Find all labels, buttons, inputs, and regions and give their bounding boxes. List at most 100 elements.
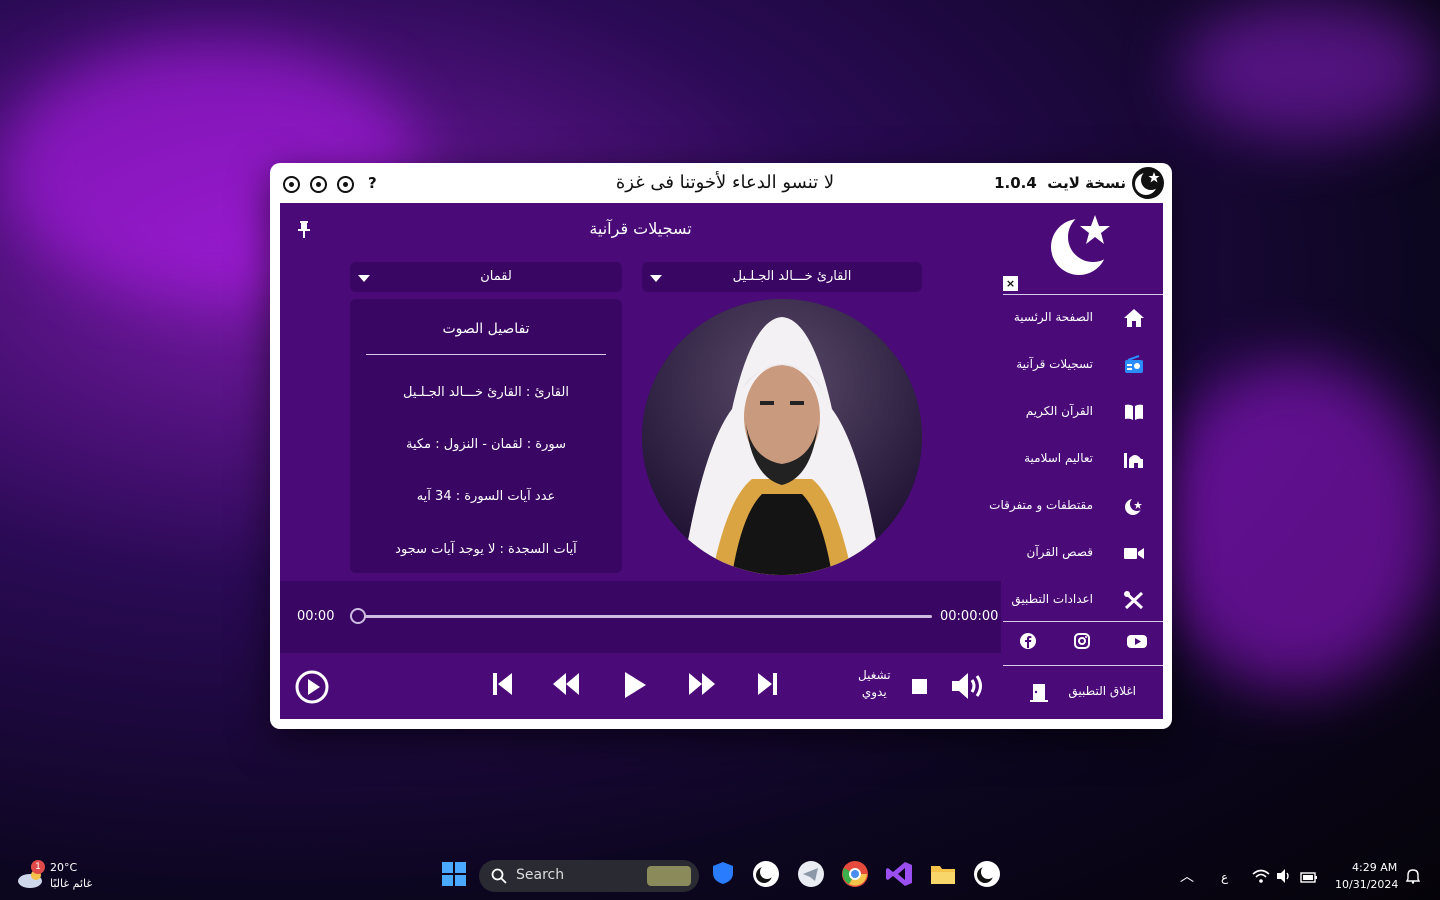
sidebar-item-label: القرآن الكريم — [1025, 404, 1093, 418]
weather-temp: 20°C — [50, 861, 78, 874]
reciter-dropdown[interactable]: القارئ خـــالد الجـلـيل — [642, 262, 922, 292]
version-number: 1.0.4 — [994, 174, 1037, 192]
sidebar-divider — [1003, 621, 1163, 622]
facebook-icon[interactable] — [1019, 632, 1037, 654]
current-time: 00:00 — [297, 609, 335, 624]
surah-dropdown-value: لقمان — [480, 269, 512, 284]
autoplay-button[interactable] — [294, 669, 330, 709]
fast-forward-button[interactable] — [688, 671, 716, 701]
details-ayat-count: عدد آيات السورة : 34 آيه — [416, 489, 556, 504]
clock-date[interactable]: 10/31/2024 — [1335, 878, 1398, 891]
sidebar-item-label: اعدادات التطبيق — [1011, 592, 1093, 606]
close-button[interactable] — [337, 176, 354, 193]
sidebar-item-label: تسجيلات قرآنية — [1016, 357, 1093, 371]
page-title: تسجيلات قرآنية — [589, 219, 692, 238]
audio-details-card: تفاصيل الصوت القارئ : القارئ خـــالد الج… — [350, 299, 622, 573]
tools-icon — [1123, 590, 1145, 610]
exit-door-icon — [1029, 682, 1049, 705]
taskbar-search[interactable]: Search — [479, 860, 699, 892]
surah-dropdown[interactable]: لقمان — [350, 262, 622, 292]
help-button[interactable]: ? — [368, 174, 377, 192]
volume-icon[interactable] — [950, 671, 988, 705]
book-icon — [1123, 402, 1145, 422]
details-sajda: آيات السجدة : لا يوجد آيات سجود — [395, 542, 577, 557]
sidebar-item-settings[interactable]: اعدادات التطبيق — [1001, 580, 1163, 620]
details-reciter: القارئ : القارئ خـــالد الجـلـيل — [403, 385, 569, 400]
taskbar: 1 20°C غائم غالبًا ︿ ع 4:29 AM 10/31/202… — [0, 852, 1440, 900]
weather-desc: غائم غالبًا — [50, 877, 93, 890]
app-logo-taskbar-icon[interactable] — [973, 860, 1003, 890]
sidebar-item-teachings[interactable]: تعاليم اسلامية — [1001, 439, 1163, 479]
sidebar-item-excerpts[interactable]: مقتطفات و متفرقات — [989, 486, 1163, 526]
version-label: 1.0.4 نسخة لايت — [994, 174, 1126, 192]
exit-label: اغلاق التطبيق — [1068, 684, 1136, 698]
maximize-button[interactable] — [310, 176, 327, 193]
app-logo-taskbar-icon[interactable] — [752, 860, 782, 890]
mosque-icon — [1123, 449, 1145, 469]
home-icon — [1123, 308, 1145, 328]
radio-icon — [1123, 355, 1145, 375]
edition-label: نسخة لايت — [1047, 174, 1126, 192]
visual-studio-icon[interactable] — [885, 860, 915, 890]
rewind-button[interactable] — [552, 671, 580, 701]
battery-icon[interactable] — [1300, 869, 1318, 888]
file-explorer-icon[interactable] — [929, 860, 959, 890]
exit-app-button[interactable]: اغلاق التطبيق — [1001, 673, 1163, 713]
minimize-button[interactable] — [283, 176, 300, 193]
shield-icon[interactable] — [710, 860, 740, 890]
wallpaper-glow — [1180, 0, 1440, 140]
chevron-down-icon — [358, 275, 370, 282]
sidebar-item-label: تعاليم اسلامية — [1024, 451, 1093, 465]
sidebar-item-stories[interactable]: قصص القرآن — [1001, 533, 1163, 573]
sidebar-item-quran[interactable]: القرآن الكريم — [1001, 392, 1163, 432]
start-button[interactable] — [440, 860, 470, 890]
manual-play-toggle[interactable]: تشغيل يدوي — [858, 667, 891, 701]
reciter-dropdown-value: القارئ خـــالد الجـلـيل — [732, 269, 852, 284]
chevron-down-icon — [650, 275, 662, 282]
video-icon — [1123, 543, 1145, 563]
wallpaper-glow — [1150, 360, 1440, 690]
weather-badge: 1 — [31, 860, 45, 874]
banner-text: لا تنسو الدعاء لأخوتنا فى غزة — [615, 172, 835, 193]
app-logo-icon — [1049, 211, 1118, 277]
progress-bar: 00:00 00:00:00 — [280, 581, 1001, 653]
search-label: Search — [516, 867, 565, 883]
sidebar-divider — [1003, 294, 1163, 295]
skip-to-end-button[interactable] — [756, 671, 778, 701]
total-time: 00:00:00 — [940, 609, 999, 624]
wifi-icon[interactable] — [1252, 868, 1270, 888]
chrome-icon[interactable] — [841, 860, 871, 890]
details-surah: سورة : لقمان - النزول : مكية — [406, 437, 566, 452]
main-panel: تسجيلات قرآنية لقمان القارئ خـــالد الجـ… — [280, 203, 1001, 719]
stop-button[interactable] — [912, 679, 928, 699]
sidebar-item-home[interactable]: الصفحة الرئسية — [1001, 298, 1163, 338]
manual-label-1: تشغيل — [858, 668, 891, 682]
sidebar: × الصفحة الرئسية تسجيلات قرآنية القرآن ا… — [989, 203, 1163, 719]
skip-to-start-button[interactable] — [492, 671, 514, 701]
chevron-up-icon[interactable]: ︿ — [1180, 866, 1194, 886]
sidebar-close-button[interactable]: × — [1003, 276, 1018, 291]
speaker-icon[interactable] — [1276, 868, 1292, 888]
seek-thumb[interactable] — [350, 608, 366, 624]
app-logo-icon — [1132, 167, 1164, 199]
title-bar: ? لا تنسو الدعاء لأخوتنا فى غزة 1.0.4 نس… — [270, 163, 1172, 203]
telegram-icon[interactable] — [797, 860, 827, 890]
sidebar-item-label: مقتطفات و متفرقات — [989, 498, 1093, 512]
manual-label-2: يدوي — [861, 685, 887, 699]
weather-widget[interactable]: 1 20°C غائم غالبًا — [16, 860, 106, 894]
youtube-icon[interactable] — [1126, 632, 1148, 654]
input-language[interactable]: ع — [1221, 870, 1228, 884]
play-button[interactable] — [622, 671, 648, 703]
sidebar-item-recordings[interactable]: تسجيلات قرآنية — [1001, 345, 1163, 385]
seek-track[interactable] — [358, 615, 932, 618]
search-icon — [491, 868, 507, 884]
sidebar-item-label: الصفحة الرئسية — [1013, 310, 1093, 324]
app-window: ? لا تنسو الدعاء لأخوتنا فى غزة 1.0.4 نس… — [270, 163, 1172, 729]
search-highlight-image — [647, 866, 691, 886]
sidebar-divider — [1003, 665, 1163, 666]
player-controls: تشغيل يدوي — [280, 653, 1001, 719]
clock-time[interactable]: 4:29 AM — [1352, 861, 1397, 874]
details-header: تفاصيل الصوت — [442, 321, 530, 337]
notification-icon[interactable] — [1405, 868, 1421, 888]
instagram-icon[interactable] — [1073, 632, 1091, 654]
